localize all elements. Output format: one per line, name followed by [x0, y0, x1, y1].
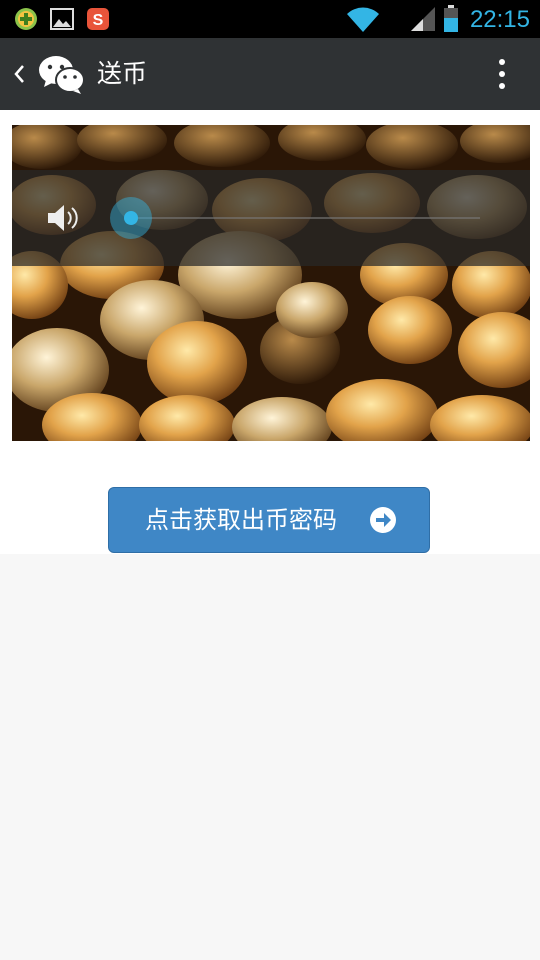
signal-icon: [411, 7, 435, 31]
content-area: 点击获取出币密码: [0, 110, 540, 554]
gallery-icon: [50, 8, 74, 30]
battery-icon: [444, 5, 458, 32]
action-bar: 送币: [0, 38, 540, 110]
wifi-icon: [347, 7, 379, 32]
arrow-right-circle-icon: [370, 507, 396, 533]
volume-panel: [12, 170, 530, 266]
status-bar: S 22:15: [0, 0, 540, 38]
page-title: 送币: [97, 59, 148, 88]
app-plus-icon: [15, 8, 37, 30]
wechat-logo-icon[interactable]: [38, 55, 86, 95]
svg-text:S: S: [93, 12, 104, 29]
volume-track[interactable]: [130, 217, 480, 219]
get-coin-password-button[interactable]: 点击获取出币密码: [108, 487, 430, 553]
volume-slider-thumb[interactable]: [110, 197, 152, 239]
sogou-input-icon: S: [87, 8, 109, 30]
coins-image: [12, 125, 530, 441]
back-chevron-icon[interactable]: [12, 62, 26, 86]
clock: 22:15: [469, 6, 530, 33]
overflow-menu-icon[interactable]: [498, 58, 506, 90]
speaker-icon: [48, 205, 78, 231]
get-coin-password-label: 点击获取出币密码: [145, 506, 337, 534]
